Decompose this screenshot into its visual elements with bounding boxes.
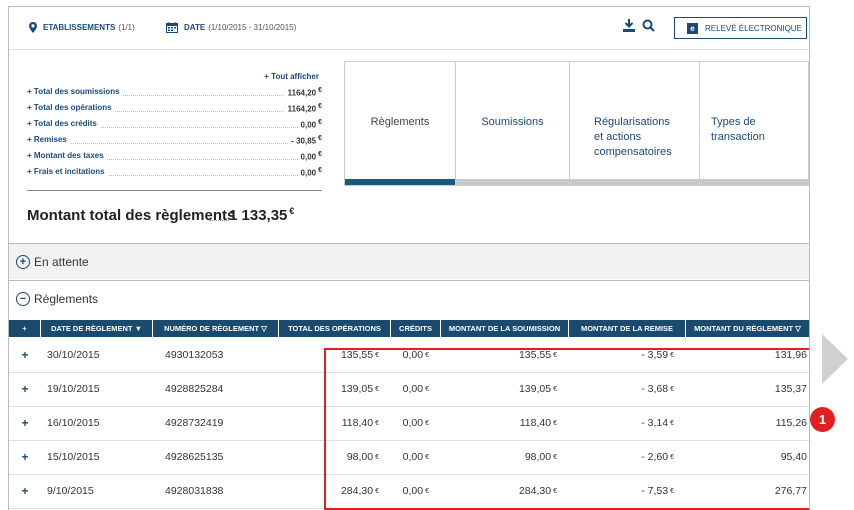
table-row[interactable]: + 30/10/2015 4930132053 135,55 € 0,00 € 13… [9, 338, 809, 373]
collapse-icon: − [16, 291, 30, 306]
electronic-statement-label: RELEVÉ ÉLECTRONIQUE [705, 23, 802, 33]
summary-row-operations[interactable]: + Total des opérations 1164,20 € [27, 101, 322, 115]
summary-divider [27, 190, 322, 191]
next-arrow-icon[interactable] [822, 334, 848, 384]
expand-row-icon[interactable]: + [9, 372, 41, 406]
total-settlements-value: 1 133,35 € [229, 206, 295, 224]
column-header-number[interactable]: NUMÉRO DE RÈGLEMENT ▽ [153, 320, 279, 337]
search-icon[interactable] [642, 19, 655, 32]
tab-transaction-types[interactable]: Types de transaction [699, 61, 809, 186]
settlements-table-header: + DATE DE RÈGLEMENT ▼ NUMÉRO DE RÈGLEMEN… [9, 320, 809, 337]
summary-row-submissions[interactable]: + Total des soumissions 1164,20 € [27, 85, 322, 99]
establishments-count: (1/1) [118, 23, 135, 32]
table-row[interactable]: + 9/10/2015 4928031838 284,30 € 0,00 € 284… [9, 474, 809, 509]
establishments-filter[interactable]: ETABLISSEMENTS (1/1) [29, 22, 135, 33]
expand-icon: + [16, 254, 30, 269]
expand-row-icon[interactable]: + [9, 406, 41, 440]
summary-row-fees[interactable]: + Frais et incitations 0,00 € [27, 165, 322, 179]
show-all-link[interactable]: + Tout afficher [264, 72, 319, 81]
column-header-credits[interactable]: CRÉDITS [391, 320, 441, 337]
pending-label: En attente [34, 254, 89, 269]
tab-submissions[interactable]: Soumissions [455, 61, 569, 186]
tab-active-indicator [345, 179, 455, 185]
establishments-label: ETABLISSEMENTS [43, 23, 116, 32]
expand-row-icon[interactable]: + [9, 474, 41, 508]
column-header-total-operations[interactable]: TOTAL DES OPÉRATIONS [279, 320, 391, 337]
summary-row-discounts[interactable]: + Remises - 30,85 € [27, 133, 322, 147]
pending-accordion[interactable]: + En attente [9, 243, 809, 279]
table-row[interactable]: + 16/10/2015 4928732419 118,40 € 0,00 € 11… [9, 406, 809, 441]
column-header-discount-amount[interactable]: MONTANT DE LA REMISE [569, 320, 686, 337]
column-header-submission-amount[interactable]: MONTANT DE LA SOUMISSION [441, 320, 569, 337]
settlement-summary: + Tout afficher + Total des soumissions 1… [9, 49, 329, 242]
document-icon: e [687, 22, 698, 34]
date-filter[interactable]: DATE (1/10/2015 - 31/10/2015) [166, 22, 296, 33]
download-icon[interactable] [623, 19, 635, 32]
expand-row-icon[interactable]: + [9, 338, 41, 372]
table-row[interactable]: + 15/10/2015 4928625135 98,00 € 0,00 € 98,… [9, 440, 809, 475]
settlements-accordion[interactable]: − Règlements [9, 280, 809, 316]
view-tabs: Règlements Soumissions Régularisations e… [344, 61, 809, 186]
filter-bar: ETABLISSEMENTS (1/1) DATE (1/10/2015 - 3… [9, 7, 809, 50]
callout-badge: 1 [810, 407, 835, 432]
date-range: (1/10/2015 - 31/10/2015) [208, 23, 297, 32]
calendar-icon [166, 22, 178, 33]
summary-row-taxes[interactable]: + Montant des taxes 0,00 € [27, 149, 322, 163]
summary-row-credits[interactable]: + Total des crédits 0,00 € [27, 117, 322, 131]
settlements-label: Règlements [34, 291, 99, 306]
expand-all-header[interactable]: + [9, 320, 41, 337]
map-pin-icon [29, 22, 37, 33]
electronic-statement-button[interactable]: e RELEVÉ ÉLECTRONIQUE [674, 17, 807, 39]
tab-adjustments[interactable]: Régularisations et actions compensatoire… [569, 61, 699, 186]
total-settlements-label: Montant total des règlements [27, 207, 236, 224]
settlements-window: ETABLISSEMENTS (1/1) DATE (1/10/2015 - 3… [8, 6, 810, 510]
column-header-date[interactable]: DATE DE RÈGLEMENT ▼ [41, 320, 153, 337]
date-label: DATE [184, 23, 206, 32]
expand-row-icon[interactable]: + [9, 440, 41, 474]
table-row[interactable]: + 19/10/2015 4928825284 139,05 € 0,00 € 13… [9, 372, 809, 407]
tab-settlements[interactable]: Règlements [344, 61, 455, 186]
column-header-settlement-amount[interactable]: MONTANT DU RÈGLEMENT ▽ [686, 320, 809, 337]
